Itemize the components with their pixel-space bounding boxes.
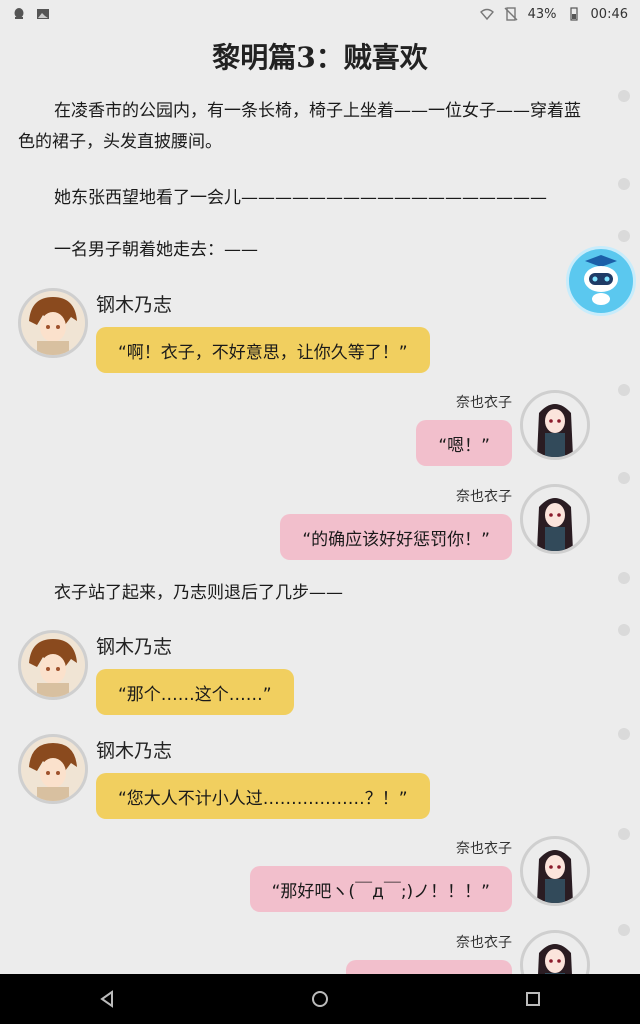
dialogue-bubble-female[interactable]: “的确应该好好惩罚你！” xyxy=(280,514,512,560)
avatar-female-icon xyxy=(523,933,587,974)
avatar-female-icon xyxy=(523,839,587,903)
scroll-marker[interactable] xyxy=(618,572,630,584)
avatar-male-icon xyxy=(21,633,85,697)
wifi-icon xyxy=(479,8,494,21)
notification-icon xyxy=(14,8,24,19)
speaker-name: 钢木乃志 xyxy=(96,294,173,316)
avatar-female-icon xyxy=(523,487,587,551)
avatar-female[interactable] xyxy=(520,390,590,460)
dialogue-bubble-female[interactable]: “那好吧ヽ(￣д￣;)ノ！！！” xyxy=(249,866,512,912)
clock: 00:46 xyxy=(590,6,628,22)
dialogue-bubble-male[interactable]: “那个……这个……” xyxy=(96,669,294,715)
no-sim-icon xyxy=(504,7,518,21)
robot-face xyxy=(584,255,618,305)
recents-icon xyxy=(526,992,541,1006)
home-icon xyxy=(311,991,328,1007)
scroll-marker[interactable] xyxy=(618,828,630,840)
status-bar-right: 43% 00:46 xyxy=(479,6,628,22)
reader-content[interactable]: 黎明篇3：贼喜欢 在凌香市的公园内，有一条长椅，椅子上坐着——一位女子——穿着蓝… xyxy=(0,28,640,974)
avatar-male-icon xyxy=(21,291,85,355)
scroll-marker[interactable] xyxy=(618,230,630,242)
dialogue-bubble-male[interactable]: “啊！衣子，不好意思，让你久等了！” xyxy=(96,327,430,373)
avatar-female-icon xyxy=(523,393,587,457)
scroll-marker[interactable] xyxy=(618,178,630,190)
chapter-title: 黎明篇3：贼喜欢 xyxy=(212,41,428,74)
status-bar: 43% 00:46 xyxy=(0,0,640,28)
narration-paragraph: 在凌香市的公园内，有一条长椅，椅子上坐着——一位女子——穿着蓝色的裙子，头发直披… xyxy=(18,101,581,152)
avatar-female[interactable] xyxy=(520,836,590,906)
back-icon xyxy=(99,990,113,1008)
narration-paragraph: 衣子站了起来，乃志则退后了几步—— xyxy=(54,583,343,603)
home-button[interactable] xyxy=(300,979,340,1019)
dialogue-bubble-male[interactable]: “您大人不计小人过………………？！” xyxy=(96,773,430,819)
battery-percent: 43% xyxy=(527,6,557,22)
scroll-marker[interactable] xyxy=(618,924,630,936)
avatar-male[interactable] xyxy=(18,288,88,358)
status-bar-left xyxy=(12,7,50,21)
image-icon xyxy=(37,9,49,19)
narration-paragraph: 一名男子朝着她走去：—— xyxy=(54,240,258,260)
avatar-male[interactable] xyxy=(18,734,88,804)
speaker-name: 奈也衣子 xyxy=(456,935,512,951)
dialogue-bubble-female[interactable] xyxy=(346,960,512,974)
navigation-bar xyxy=(0,974,640,1024)
dialogue-bubble-female[interactable]: “嗯！” xyxy=(416,420,512,466)
avatar-female[interactable] xyxy=(520,930,590,974)
scroll-marker[interactable] xyxy=(618,90,630,102)
speaker-name: 钢木乃志 xyxy=(96,636,173,658)
scroll-marker[interactable] xyxy=(618,728,630,740)
scroll-marker[interactable] xyxy=(618,624,630,636)
battery-icon xyxy=(569,7,578,21)
speaker-name: 钢木乃志 xyxy=(96,740,173,762)
narration-paragraph: 她东张西望地看了一会儿—————————————————— xyxy=(54,188,547,208)
scroll-marker[interactable] xyxy=(618,384,630,396)
speaker-name: 奈也衣子 xyxy=(456,489,512,505)
avatar-male-icon xyxy=(21,737,85,801)
speaker-name: 奈也衣子 xyxy=(456,395,512,411)
robot-assistant-icon[interactable] xyxy=(566,246,636,316)
recents-button[interactable] xyxy=(513,979,553,1019)
avatar-male[interactable] xyxy=(18,630,88,700)
scroll-marker[interactable] xyxy=(618,472,630,484)
speaker-name: 奈也衣子 xyxy=(456,841,512,857)
back-button[interactable] xyxy=(87,979,127,1019)
avatar-female[interactable] xyxy=(520,484,590,554)
